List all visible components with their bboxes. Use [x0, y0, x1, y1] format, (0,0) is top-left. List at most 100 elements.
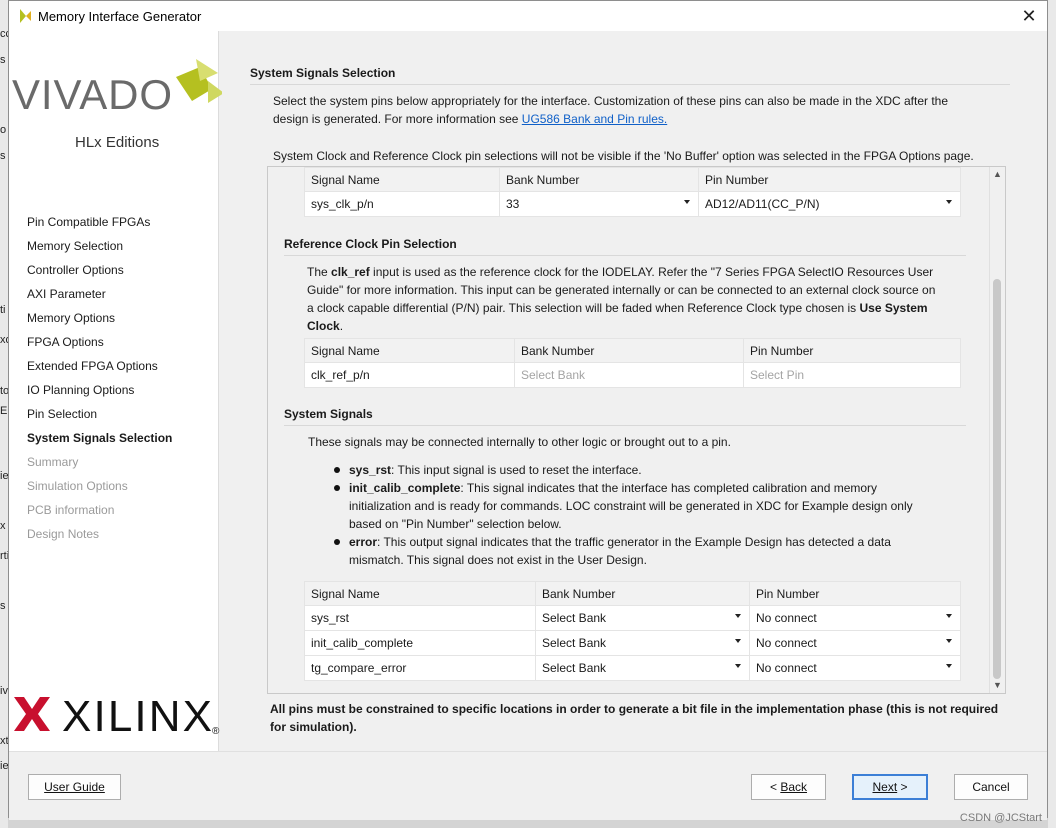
- page-title: System Signals Selection: [250, 66, 1010, 85]
- bank-number-select-disabled: Select Bank: [514, 362, 744, 388]
- chevron-down-icon: [735, 664, 741, 668]
- sidebar-item-pin-selection[interactable]: Pin Selection: [27, 405, 172, 429]
- window-title: Memory Interface Generator: [38, 9, 202, 24]
- col-pin-number: Pin Number: [743, 338, 961, 363]
- button-label: Next: [872, 780, 898, 794]
- back-button[interactable]: < Back: [751, 774, 826, 800]
- background-text: E: [0, 405, 8, 417]
- signal-description: : This output signal indicates that the …: [377, 535, 891, 549]
- xilinx-wordmark: XILINX: [62, 692, 212, 741]
- table-row: clk_ref_p/n Select Bank Select Pin: [304, 362, 961, 388]
- pin-number-select[interactable]: No connect: [749, 605, 961, 631]
- signal-description: mismatch. This signal does not exist in …: [349, 553, 647, 567]
- button-label: >: [897, 780, 908, 794]
- reference-clock-table: Signal Name Bank Number Pin Number clk_r…: [304, 338, 961, 388]
- description-text: input is used as the reference clock for…: [369, 265, 934, 279]
- table-header-row: Signal Name Bank Number Pin Number: [304, 167, 961, 192]
- next-button[interactable]: Next >: [852, 774, 928, 800]
- description-bold: Clock: [307, 319, 340, 333]
- note-line: All pins must be constrained to specific…: [270, 702, 999, 716]
- col-pin-number: Pin Number: [698, 167, 961, 192]
- close-icon[interactable]: ✕: [1018, 5, 1040, 27]
- chevron-down-icon: [684, 200, 690, 204]
- bank-number-select[interactable]: Select Bank: [535, 655, 750, 681]
- bank-number-value: Select Bank: [542, 636, 607, 650]
- bank-number-value: Select Bank: [542, 611, 607, 625]
- background-text: o: [0, 124, 7, 136]
- cancel-button[interactable]: Cancel: [954, 774, 1028, 800]
- ug586-link[interactable]: UG586 Bank and Pin rules.: [522, 112, 667, 126]
- signal-description: : This signal indicates that the interfa…: [460, 481, 878, 495]
- bullet-icon: [334, 539, 340, 545]
- col-signal-name: Signal Name: [304, 338, 515, 363]
- wizard-sidebar: VIVADO HLx Editions Pin Compatible FPGAs…: [9, 31, 222, 751]
- intro-line: Select the system pins below appropriate…: [273, 94, 949, 108]
- description-line: The clk_ref input is used as the referen…: [307, 263, 957, 281]
- pin-number-select-disabled: Select Pin: [743, 362, 961, 388]
- user-guide-button[interactable]: User Guide: [28, 774, 121, 800]
- table-row: tg_compare_error Select Bank No connect: [304, 655, 961, 681]
- signal-name: sys_rst: [349, 463, 392, 477]
- col-bank-number: Bank Number: [535, 581, 750, 606]
- chevron-down-icon: [946, 614, 952, 618]
- description-line: a clock capable differential (P/N) pair.…: [307, 299, 957, 317]
- pin-number-select[interactable]: No connect: [749, 655, 961, 681]
- scroll-up-icon[interactable]: ▲: [990, 167, 1005, 182]
- list-item: sys_rst: This input signal is used to re…: [333, 461, 953, 479]
- logo-sub-text: HLx Editions: [75, 134, 159, 151]
- pin-number-value: No connect: [756, 611, 817, 625]
- scrollbar-thumb[interactable]: [993, 279, 1001, 679]
- signal-description: initialization and is ready for commands…: [349, 499, 913, 513]
- bullet-icon: [334, 485, 340, 491]
- vivado-app-icon: [20, 9, 31, 23]
- dialog-footer: User Guide < Back Next > Cancel: [9, 751, 1047, 820]
- bullet-icon: [334, 467, 340, 473]
- signal-description: : This input signal is used to reset the…: [391, 463, 642, 477]
- col-bank-number: Bank Number: [514, 338, 744, 363]
- sidebar-item-pcb-information: PCB information: [27, 503, 115, 517]
- system-signals-list: sys_rst: This input signal is used to re…: [333, 461, 953, 569]
- registered-mark: ®: [212, 726, 220, 737]
- sidebar-item-memory-options[interactable]: Memory Options: [27, 309, 172, 333]
- background-text: s: [0, 54, 6, 66]
- intro-note: System Clock and Reference Clock pin sel…: [273, 149, 974, 163]
- bank-number-select[interactable]: Select Bank: [535, 630, 750, 656]
- background-window-left: cc s o s ti xo to E ie x rti s iv xt ie: [0, 0, 12, 828]
- description-bold: Use System: [859, 301, 928, 315]
- description-line: Guide" for more information. This input …: [307, 283, 936, 297]
- signals-scroll-pane[interactable]: Signal Name Bank Number Pin Number sys_c…: [267, 166, 1006, 694]
- logo-brand-text: VIVADO: [12, 71, 172, 118]
- list-item: init_calib_complete: This signal indicat…: [333, 479, 953, 533]
- signal-name-cell: clk_ref_p/n: [304, 362, 515, 388]
- sidebar-item-system-signals-selection[interactable]: System Signals Selection: [27, 429, 172, 453]
- sidebar-item-memory-selection[interactable]: Memory Selection: [27, 237, 172, 261]
- bank-number-select[interactable]: Select Bank: [535, 605, 750, 631]
- system-clock-table: Signal Name Bank Number Pin Number sys_c…: [304, 167, 961, 217]
- signal-name-cell: init_calib_complete: [304, 630, 536, 656]
- sidebar-item-axi-parameter[interactable]: AXI Parameter: [27, 285, 172, 309]
- pin-number-select[interactable]: AD12/AD11(CC_P/N): [698, 191, 961, 217]
- bank-number-value: 33: [506, 197, 520, 211]
- description-bold: clk_ref: [331, 265, 370, 279]
- pin-number-value: No connect: [756, 636, 817, 650]
- pin-number-select[interactable]: No connect: [749, 630, 961, 656]
- scroll-down-icon[interactable]: ▼: [990, 678, 1005, 693]
- vivado-logo: VIVADO HLx Editions: [12, 59, 222, 151]
- chevron-down-icon: [946, 664, 952, 668]
- csdn-watermark: CSDN @JCStart: [959, 812, 1042, 824]
- sidebar-item-io-planning-options[interactable]: IO Planning Options: [27, 381, 172, 405]
- background-text: s: [0, 150, 6, 162]
- mig-dialog: Memory Interface Generator ✕ VIVADO HLx …: [8, 0, 1048, 820]
- background-text: ti: [0, 304, 6, 316]
- bank-number-select[interactable]: 33: [499, 191, 699, 217]
- reference-clock-title: Reference Clock Pin Selection: [284, 237, 966, 256]
- title-bar: Memory Interface Generator ✕: [9, 1, 1047, 31]
- sidebar-item-extended-fpga-options[interactable]: Extended FPGA Options: [27, 357, 172, 381]
- sidebar-item-pin-compatible-fpgas[interactable]: Pin Compatible FPGAs: [27, 213, 172, 237]
- sidebar-item-controller-options[interactable]: Controller Options: [27, 261, 172, 285]
- signal-name: init_calib_complete: [349, 481, 461, 495]
- vertical-scrollbar[interactable]: ▲ ▼: [989, 167, 1005, 693]
- description-text: a clock capable differential (P/N) pair.…: [307, 301, 860, 315]
- sidebar-item-fpga-options[interactable]: FPGA Options: [27, 333, 172, 357]
- button-label: Back: [780, 780, 808, 794]
